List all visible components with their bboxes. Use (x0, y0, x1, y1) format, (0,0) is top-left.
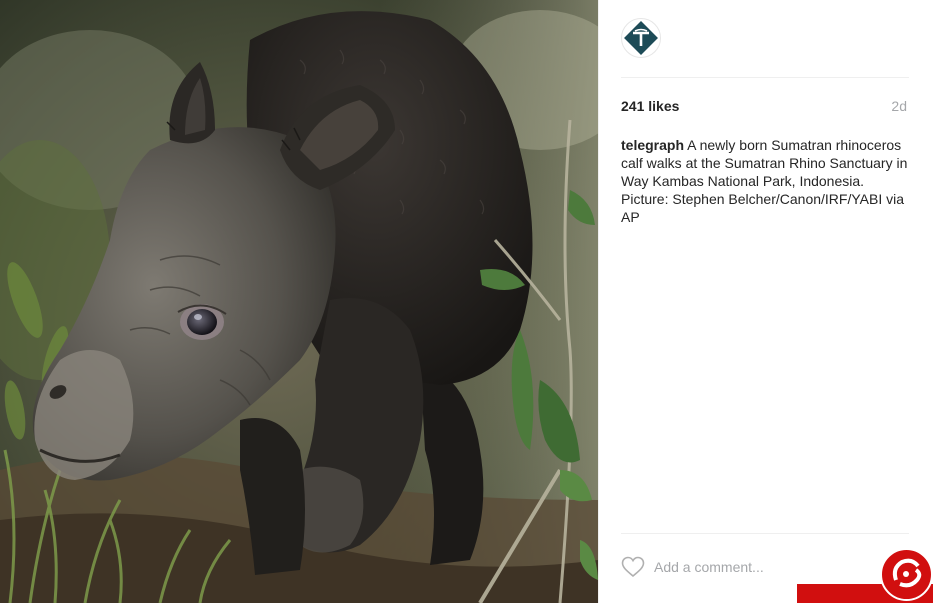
post-timestamp[interactable]: 2d (891, 98, 907, 114)
likes-row: 241 likes 2d (621, 98, 909, 118)
caption-username[interactable]: telegraph (621, 137, 684, 153)
post-sidebar: 241 likes 2d telegraph A newly born Suma… (598, 0, 933, 603)
post-caption: telegraph A newly born Sumatran rhinocer… (621, 136, 911, 226)
watermark-logo (880, 548, 933, 601)
rhino-calf-photo (0, 0, 598, 603)
telegraph-logo-icon (624, 21, 658, 55)
post-header (621, 18, 909, 78)
account-avatar[interactable] (621, 18, 661, 58)
heart-outline-icon[interactable] (621, 556, 645, 578)
newspaper-logo-icon (892, 558, 922, 588)
comment-input[interactable] (654, 555, 854, 579)
instagram-post: 241 likes 2d telegraph A newly born Suma… (0, 0, 933, 603)
likes-count[interactable]: 241 likes (621, 98, 679, 114)
post-photo[interactable] (0, 0, 598, 603)
